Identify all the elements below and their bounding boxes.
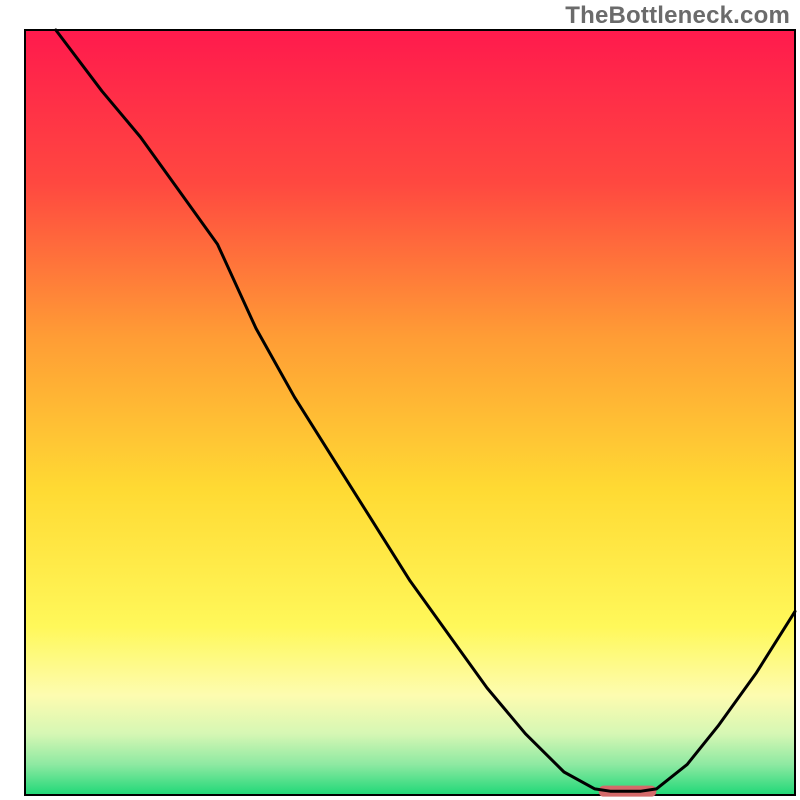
chart-container: { "watermark": "TheBottleneck.com", "cha… [0,0,800,800]
plot-background [25,30,795,795]
chart-svg [0,0,800,800]
